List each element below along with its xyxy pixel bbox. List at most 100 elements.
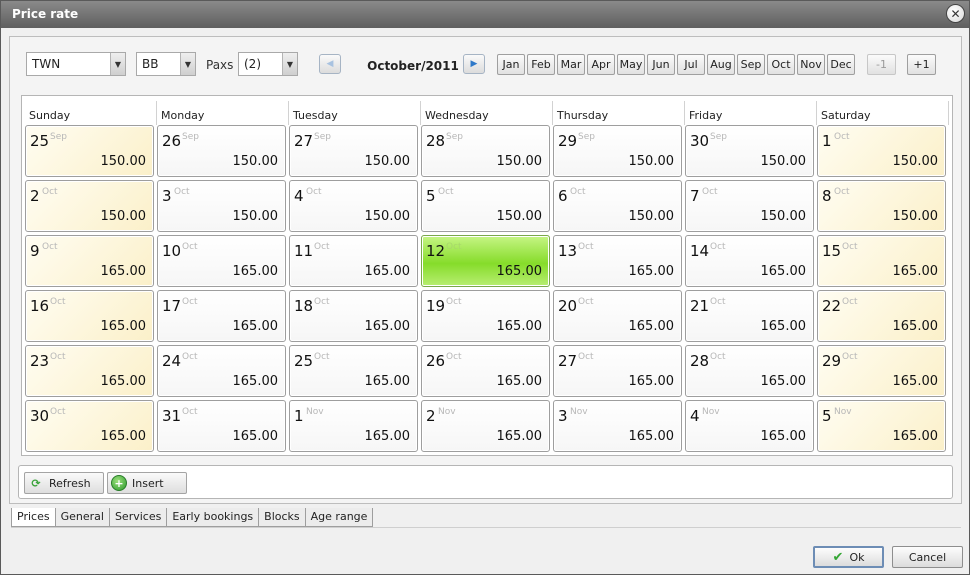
- day-cell[interactable]: 2 Oct 150.00: [25, 180, 154, 232]
- paxs-combo[interactable]: (2) ▼: [238, 52, 298, 76]
- day-cell[interactable]: 16 Oct 165.00: [25, 290, 154, 342]
- day-cell[interactable]: 1 Oct 150.00: [817, 125, 946, 177]
- day-price: 165.00: [892, 319, 939, 334]
- month-button-jan[interactable]: Jan: [497, 54, 525, 75]
- day-cell[interactable]: 25 Oct 165.00: [289, 345, 418, 397]
- refresh-button[interactable]: ⟳ Refresh: [24, 472, 104, 494]
- month-button-aug[interactable]: Aug: [707, 54, 735, 75]
- tab-services[interactable]: Services: [108, 508, 168, 527]
- day-price: 165.00: [496, 374, 543, 389]
- room-type-combo[interactable]: TWN ▼: [26, 52, 126, 76]
- month-button-jun[interactable]: Jun: [647, 54, 675, 75]
- month-button-may[interactable]: May: [617, 54, 645, 75]
- day-cell[interactable]: 6 Oct 150.00: [553, 180, 682, 232]
- day-cell[interactable]: 3 Oct 150.00: [157, 180, 286, 232]
- day-cell[interactable]: 10 Oct 165.00: [157, 235, 286, 287]
- day-month: Oct: [50, 352, 66, 362]
- month-button-sep[interactable]: Sep: [737, 54, 765, 75]
- month-button-jul[interactable]: Jul: [677, 54, 705, 75]
- tab-prices[interactable]: Prices: [11, 508, 56, 527]
- day-cell[interactable]: 21 Oct 165.00: [685, 290, 814, 342]
- day-cell[interactable]: 30 Sep 150.00: [685, 125, 814, 177]
- day-cell[interactable]: 11 Oct 165.00: [289, 235, 418, 287]
- day-cell[interactable]: 26 Sep 150.00: [157, 125, 286, 177]
- day-price: 165.00: [100, 264, 147, 279]
- next-year-button[interactable]: +1: [907, 54, 936, 75]
- day-cell[interactable]: 24 Oct 165.00: [157, 345, 286, 397]
- month-button-feb[interactable]: Feb: [527, 54, 555, 75]
- day-price: 150.00: [100, 154, 147, 169]
- day-cell[interactable]: 18 Oct 165.00: [289, 290, 418, 342]
- insert-label: Insert: [132, 476, 164, 490]
- day-cell[interactable]: 28 Sep 150.00: [421, 125, 550, 177]
- month-button-mar[interactable]: Mar: [557, 54, 585, 75]
- day-price: 165.00: [232, 429, 279, 444]
- chevron-down-icon[interactable]: ▼: [180, 53, 195, 75]
- day-number: 9: [30, 242, 40, 260]
- window-title: Price rate: [12, 7, 79, 21]
- day-cell[interactable]: 15 Oct 165.00: [817, 235, 946, 287]
- day-cell[interactable]: 29 Oct 165.00: [817, 345, 946, 397]
- day-cell[interactable]: 13 Oct 165.00: [553, 235, 682, 287]
- day-cell[interactable]: 28 Oct 165.00: [685, 345, 814, 397]
- day-cell[interactable]: 19 Oct 165.00: [421, 290, 550, 342]
- close-icon[interactable]: ✕: [946, 4, 965, 23]
- weekday-tuesday: Tuesday: [289, 101, 421, 125]
- day-cell[interactable]: 9 Oct 165.00: [25, 235, 154, 287]
- day-number: 18: [294, 297, 314, 315]
- insert-button[interactable]: + Insert: [107, 472, 187, 494]
- weekday-sunday: Sunday: [25, 101, 157, 125]
- day-price: 165.00: [628, 319, 675, 334]
- day-cell[interactable]: 27 Sep 150.00: [289, 125, 418, 177]
- day-price: 165.00: [760, 319, 807, 334]
- day-cell[interactable]: 5 Oct 150.00: [421, 180, 550, 232]
- day-cell[interactable]: 3 Nov 165.00: [553, 400, 682, 452]
- tab-early-bookings[interactable]: Early bookings: [166, 508, 260, 527]
- day-cell[interactable]: 27 Oct 165.00: [553, 345, 682, 397]
- prev-month-button[interactable]: ◀: [319, 54, 341, 74]
- month-button-apr[interactable]: Apr: [587, 54, 615, 75]
- day-cell[interactable]: 25 Sep 150.00: [25, 125, 154, 177]
- day-cell[interactable]: 29 Sep 150.00: [553, 125, 682, 177]
- chevron-down-icon[interactable]: ▼: [282, 53, 297, 75]
- main-panel: TWN ▼ BB ▼ Paxs (2) ▼ ◀ October/2011 ▶ J…: [9, 36, 962, 504]
- day-cell[interactable]: 23 Oct 165.00: [25, 345, 154, 397]
- day-cell[interactable]: 20 Oct 165.00: [553, 290, 682, 342]
- board-combo[interactable]: BB ▼: [136, 52, 196, 76]
- day-number: 2: [30, 187, 40, 205]
- chevron-down-icon[interactable]: ▼: [110, 53, 125, 75]
- day-price: 150.00: [364, 154, 411, 169]
- day-cell[interactable]: 30 Oct 165.00: [25, 400, 154, 452]
- day-month: Sep: [578, 132, 595, 142]
- day-cell[interactable]: 17 Oct 165.00: [157, 290, 286, 342]
- day-cell[interactable]: 4 Nov 165.00: [685, 400, 814, 452]
- day-cell[interactable]: 14 Oct 165.00: [685, 235, 814, 287]
- day-cell[interactable]: 7 Oct 150.00: [685, 180, 814, 232]
- day-cell[interactable]: 1 Nov 165.00: [289, 400, 418, 452]
- day-cell[interactable]: 4 Oct 150.00: [289, 180, 418, 232]
- day-cell[interactable]: 26 Oct 165.00: [421, 345, 550, 397]
- day-number: 7: [690, 187, 700, 205]
- tab-age-range[interactable]: Age range: [304, 508, 374, 527]
- action-bar: ⟳ Refresh + Insert: [18, 465, 953, 499]
- day-cell[interactable]: 8 Oct 150.00: [817, 180, 946, 232]
- day-cell[interactable]: 5 Nov 165.00: [817, 400, 946, 452]
- month-button-oct[interactable]: Oct: [767, 54, 795, 75]
- month-button-nov[interactable]: Nov: [797, 54, 825, 75]
- ok-button[interactable]: ✔ Ok: [813, 546, 884, 568]
- prev-year-button[interactable]: -1: [867, 54, 896, 75]
- next-month-button[interactable]: ▶: [463, 54, 485, 74]
- day-cell[interactable]: 12 Oct 165.00: [421, 235, 550, 287]
- day-cell[interactable]: 22 Oct 165.00: [817, 290, 946, 342]
- day-month: Oct: [710, 352, 726, 362]
- day-number: 25: [30, 132, 50, 150]
- day-number: 1: [822, 132, 832, 150]
- tab-blocks[interactable]: Blocks: [258, 508, 306, 527]
- cancel-button[interactable]: Cancel: [892, 546, 963, 568]
- day-month: Oct: [834, 132, 850, 142]
- month-button-dec[interactable]: Dec: [827, 54, 855, 75]
- tab-general[interactable]: General: [54, 508, 110, 527]
- day-cell[interactable]: 2 Nov 165.00: [421, 400, 550, 452]
- day-price: 165.00: [760, 429, 807, 444]
- day-cell[interactable]: 31 Oct 165.00: [157, 400, 286, 452]
